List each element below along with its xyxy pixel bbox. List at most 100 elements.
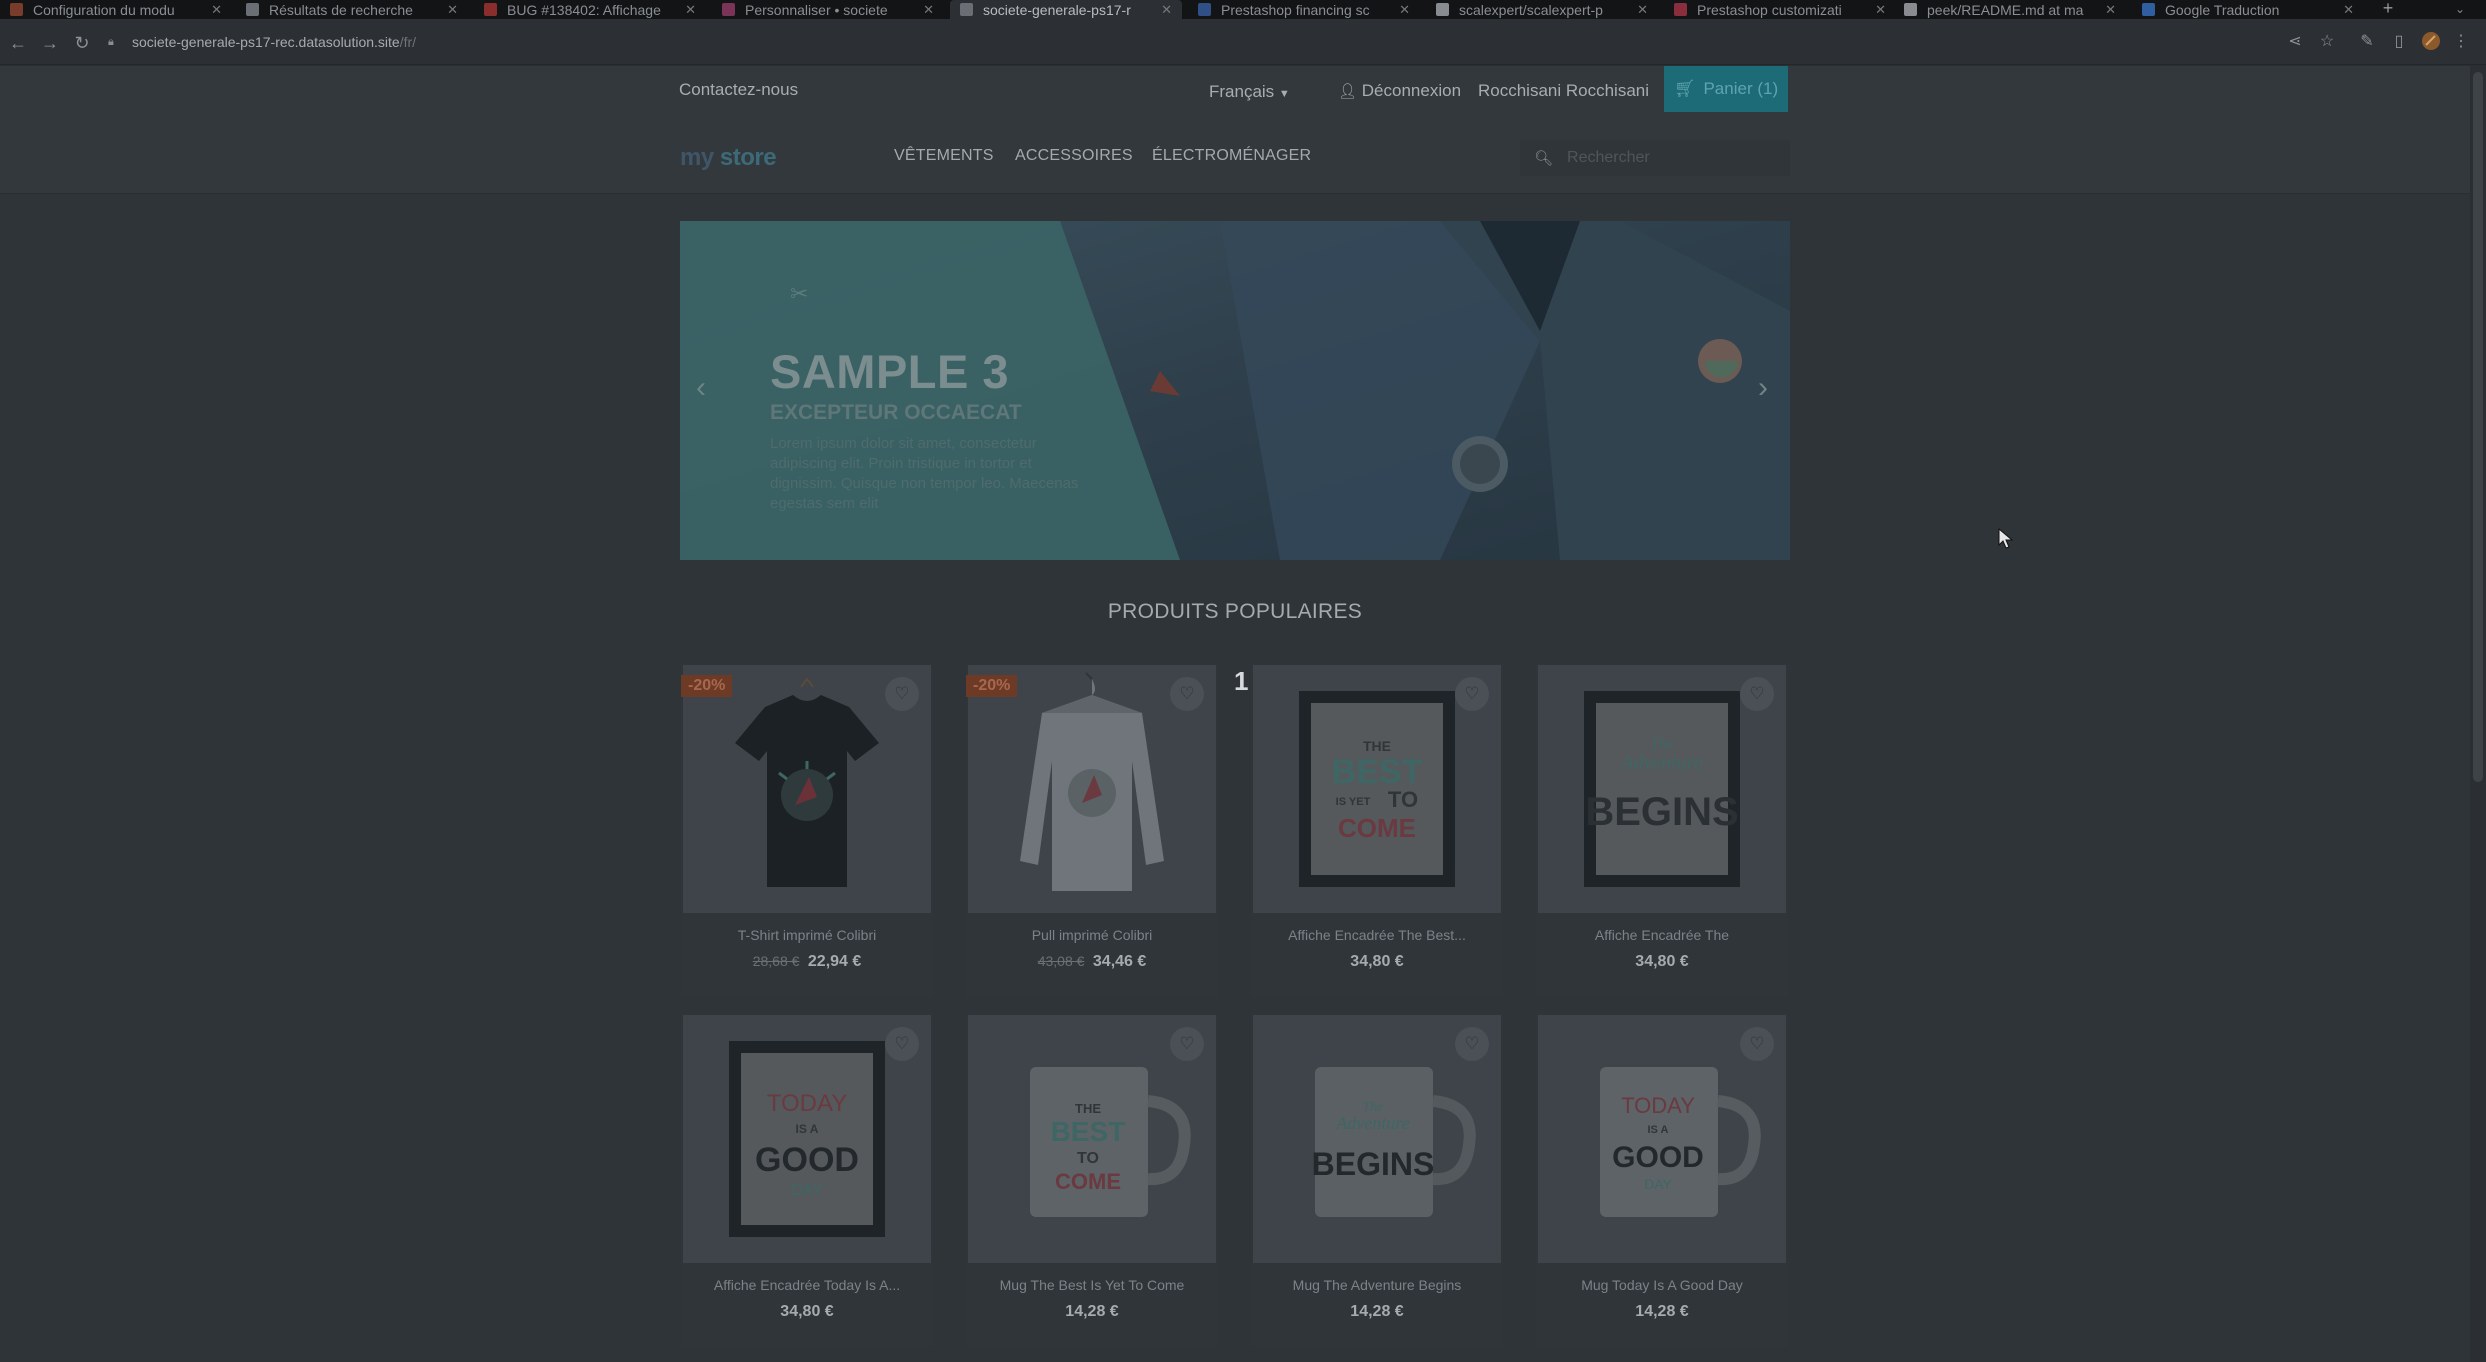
tab-title: societe-generale-ps17-r xyxy=(983,1,1131,18)
profile-avatar-icon[interactable] xyxy=(2420,31,2442,53)
product-card[interactable]: TODAY IS A GOOD DAY ♡ Affiche Encadrée T… xyxy=(681,1013,933,1347)
carousel-next-arrow-icon[interactable]: › xyxy=(1758,371,1768,405)
tab-favicon xyxy=(722,3,735,16)
product-name[interactable]: Affiche Encadrée The Best... xyxy=(1251,927,1503,943)
tab-favicon xyxy=(1674,3,1687,16)
cart-button[interactable]: 🛒︎ Panier (1) xyxy=(1664,66,1788,112)
tab-title: Personnaliser • societe xyxy=(745,1,888,18)
browser-tab[interactable]: BUG #138402: Affichage ✕ xyxy=(474,0,706,19)
product-name[interactable]: Pull imprimé Colibri xyxy=(966,927,1218,943)
browser-menu-icon[interactable]: ⋮ xyxy=(2450,31,2472,53)
poster-text: BEST xyxy=(1332,753,1423,791)
poster-text: TO xyxy=(1388,787,1418,812)
tab-favicon xyxy=(960,3,973,16)
product-name[interactable]: Mug The Adventure Begins xyxy=(1251,1277,1503,1293)
tab-favicon xyxy=(1904,3,1917,16)
product-name[interactable]: Mug The Best Is Yet To Come xyxy=(966,1277,1218,1293)
store-logo[interactable]: my store xyxy=(680,144,777,172)
wishlist-heart-icon[interactable]: ♡ xyxy=(885,1027,919,1061)
poster-text: The xyxy=(1650,736,1674,753)
scrollbar-thumb[interactable] xyxy=(2473,72,2483,782)
tab-title: Prestashop financing sc xyxy=(1221,1,1370,18)
browser-tab[interactable]: Google Traduction ✕ xyxy=(2132,0,2364,19)
browser-tab[interactable]: Personnaliser • societe ✕ xyxy=(712,0,944,19)
close-tab-icon[interactable]: ✕ xyxy=(211,2,222,18)
browser-tab-active[interactable]: societe-generale-ps17-r ✕ xyxy=(950,0,1182,19)
product-name[interactable]: Mug Today Is A Good Day xyxy=(1536,1277,1788,1293)
mug-text: TODAY xyxy=(1621,1093,1695,1118)
poster-text: Adventure xyxy=(1619,752,1703,774)
browser-tab[interactable]: Configuration du modu ✕ xyxy=(0,0,232,19)
wishlist-heart-icon[interactable]: ♡ xyxy=(1455,1027,1489,1061)
logout-label: Déconnexion xyxy=(1361,81,1462,100)
bookmark-star-icon[interactable]: ☆ xyxy=(2316,31,2338,53)
reload-icon[interactable]: ↻ xyxy=(70,31,94,55)
wishlist-heart-icon[interactable]: ♡ xyxy=(1740,677,1774,711)
tab-favicon xyxy=(1436,3,1449,16)
wishlist-heart-icon[interactable]: ♡ xyxy=(885,677,919,711)
poster-text: GOOD xyxy=(755,1141,859,1179)
product-card[interactable]: -20% ♡ Pull imprimé Colibri 43,08 € 34,4… xyxy=(966,663,1218,997)
search-box[interactable]: 🔍︎ Rechercher xyxy=(1520,140,1790,176)
menu-item-home-appliances[interactable]: ÉLECTROMÉNAGER xyxy=(1152,147,1311,165)
browser-tab[interactable]: Prestashop customizati ✕ xyxy=(1664,0,1896,19)
browser-tab[interactable]: peek/README.md at ma ✕ xyxy=(1894,0,2126,19)
logout-link[interactable]: 👤︎ Déconnexion xyxy=(1338,81,1461,101)
mug-text: IS A xyxy=(1648,1124,1669,1136)
product-name[interactable]: Affiche Encadrée The xyxy=(1536,927,1788,943)
menu-item-clothes[interactable]: VÊTEMENTS xyxy=(894,147,994,165)
close-tab-icon[interactable]: ✕ xyxy=(447,2,458,18)
carousel-subtitle: EXCEPTEUR OCCAECAT xyxy=(770,401,1022,424)
extension-icon[interactable]: ✎ xyxy=(2356,31,2378,53)
carousel-prev-arrow-icon[interactable]: ‹ xyxy=(696,371,706,405)
new-tab-button[interactable]: + xyxy=(2376,0,2400,19)
carousel-title: SAMPLE 3 xyxy=(770,345,1010,398)
product-price: 14,28 € xyxy=(1251,1303,1503,1321)
close-tab-icon[interactable]: ✕ xyxy=(1875,2,1886,18)
back-arrow-icon[interactable]: ← xyxy=(6,31,30,55)
page-scrollbar[interactable] xyxy=(2470,66,2486,1362)
close-tab-icon[interactable]: ✕ xyxy=(1399,2,1410,18)
site-header: Contactez-nous Français ▼ 👤︎ Déconnexion… xyxy=(0,66,2470,194)
browser-tab[interactable]: scalexpert/scalexpert-p ✕ xyxy=(1426,0,1658,19)
caret-down-icon: ▼ xyxy=(1278,88,1290,100)
product-card[interactable]: -20% ♡ T-Shirt imprimé Colibri 28,68 € 2… xyxy=(681,663,933,997)
tab-search-chevron-icon[interactable]: ⌄ xyxy=(2455,0,2465,19)
close-tab-icon[interactable]: ✕ xyxy=(1637,2,1648,18)
wishlist-heart-icon[interactable]: ♡ xyxy=(1455,677,1489,711)
close-tab-icon[interactable]: ✕ xyxy=(923,2,934,18)
url-path: /fr/ xyxy=(399,34,417,50)
logo-text-my: my xyxy=(680,144,714,171)
product-name[interactable]: Affiche Encadrée Today Is A... xyxy=(681,1277,933,1293)
product-card[interactable]: The Adventure BEGINS ♡ Mug The Adventure… xyxy=(1251,1013,1503,1347)
side-panel-icon[interactable]: ▯ xyxy=(2388,31,2410,53)
product-card[interactable]: THE BEST TO COME ♡ Mug The Best Is Yet T… xyxy=(966,1013,1218,1347)
close-tab-icon[interactable]: ✕ xyxy=(2343,2,2354,18)
wishlist-heart-icon[interactable]: ♡ xyxy=(1740,1027,1774,1061)
wishlist-heart-icon[interactable]: ♡ xyxy=(1170,1027,1204,1061)
tab-title: scalexpert/scalexpert-p xyxy=(1459,1,1603,18)
close-tab-icon[interactable]: ✕ xyxy=(2105,2,2116,18)
browser-tab[interactable]: Prestashop financing sc ✕ xyxy=(1188,0,1420,19)
account-name-link[interactable]: Rocchisani Rocchisani xyxy=(1478,81,1649,101)
share-icon[interactable]: ⋖ xyxy=(2284,31,2306,53)
product-name[interactable]: T-Shirt imprimé Colibri xyxy=(681,927,933,943)
tab-title: Configuration du modu xyxy=(33,1,175,18)
address-bar[interactable]: 🔒︎ societe-generale-ps17-rec.datasolutio… xyxy=(108,27,2278,57)
homepage-carousel[interactable]: ✂ SAMPLE 3 EXCEPTEUR OCCAECAT Lorem ipsu… xyxy=(680,221,1790,560)
language-selector[interactable]: Français ▼ xyxy=(1209,82,1290,102)
contact-link[interactable]: Contactez-nous xyxy=(679,80,798,100)
product-card[interactable]: TODAY IS A GOOD DAY ♡ Mug Today Is A Goo… xyxy=(1536,1013,1788,1347)
product-card[interactable]: THE BEST IS YET TO COME ♡ Affiche Encadr… xyxy=(1251,663,1503,997)
menu-item-accessories[interactable]: ACCESSOIRES xyxy=(1015,147,1133,165)
regular-price: 28,68 € xyxy=(752,953,800,969)
mug-text: Adventure xyxy=(1335,1113,1409,1133)
product-card[interactable]: The Adventure BEGINS ♡ Affiche Encadrée … xyxy=(1536,663,1788,997)
close-tab-icon[interactable]: ✕ xyxy=(685,2,696,18)
close-tab-icon[interactable]: ✕ xyxy=(1161,2,1172,18)
mug-text: THE xyxy=(1075,1101,1101,1116)
forward-arrow-icon[interactable]: → xyxy=(38,31,62,55)
wishlist-heart-icon[interactable]: ♡ xyxy=(1170,677,1204,711)
browser-tab[interactable]: Résultats de recherche ✕ xyxy=(236,0,468,19)
discount-badge: -20% xyxy=(966,675,1018,697)
